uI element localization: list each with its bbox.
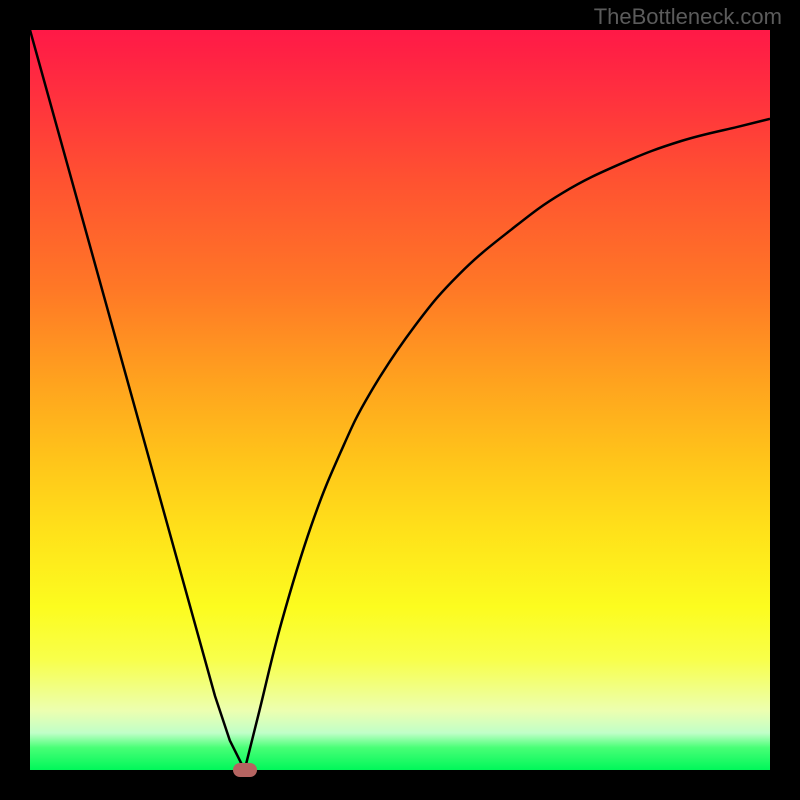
optimal-point-marker: [233, 763, 257, 777]
curve-left-branch: [30, 30, 245, 770]
chart-plot-area: [30, 30, 770, 770]
curve-right-branch: [245, 119, 770, 770]
bottleneck-curve: [30, 30, 770, 770]
watermark-text: TheBottleneck.com: [594, 4, 782, 30]
